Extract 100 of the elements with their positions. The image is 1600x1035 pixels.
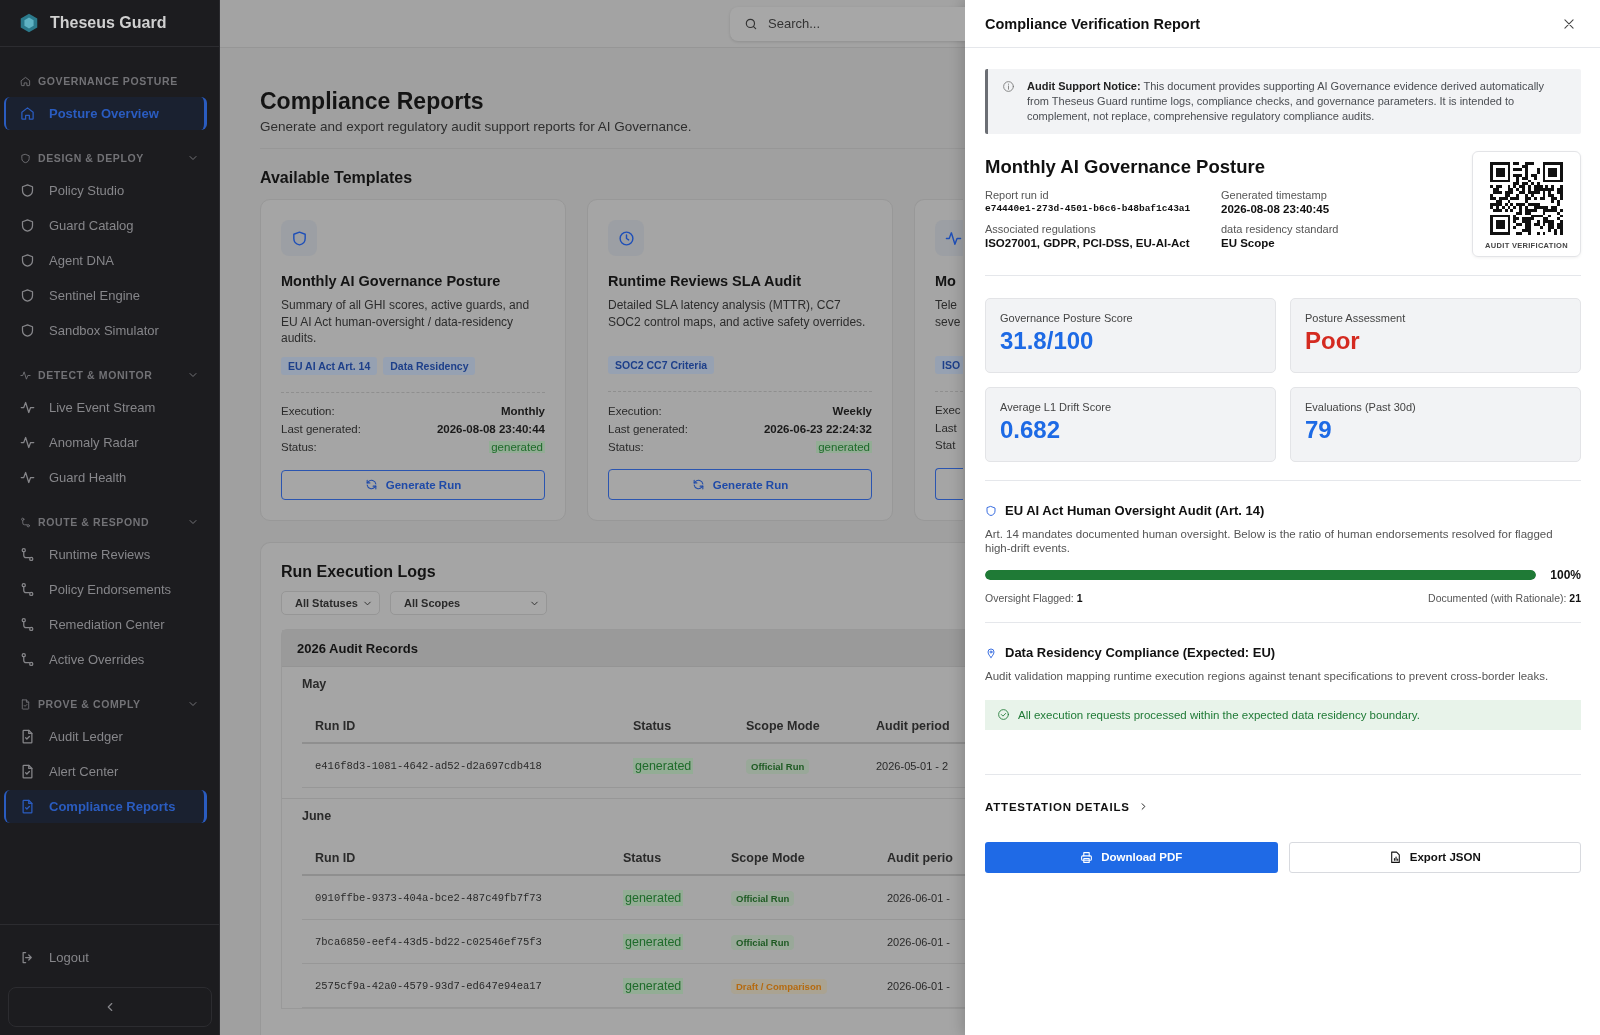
nav-item[interactable]: Sandbox Simulator	[4, 314, 207, 347]
column-header: Status	[633, 718, 673, 733]
route-icon	[20, 547, 35, 562]
route-icon	[20, 652, 35, 667]
row-label: Stat	[935, 439, 956, 452]
nav-item[interactable]: Anomaly Radar	[4, 426, 207, 459]
banner-text: All execution requests processed within the expected data residency boundary.	[1018, 708, 1420, 721]
stat-label: Evaluations (Past 30d)	[1305, 401, 1417, 413]
stat-label: Governance Posture Score	[1000, 312, 1134, 324]
nav-item[interactable]: Policy Endorsements	[4, 573, 207, 606]
row-value: 2026-06-23 22:24:32	[763, 422, 872, 435]
shield-icon	[290, 229, 308, 247]
row-label: Last generated:	[608, 422, 688, 435]
document-icon	[20, 729, 35, 744]
month-title: May	[302, 677, 328, 691]
drawer-title: Compliance Verification Report	[985, 15, 1201, 32]
stat-value: 0.682	[1000, 416, 1062, 444]
card-title: Runtime Reviews SLA Audit	[608, 273, 803, 289]
meta-value: 2026-08-08 23:40:45	[1221, 203, 1331, 215]
shield-icon	[985, 504, 997, 517]
location-pin-icon	[985, 646, 997, 659]
nav-item[interactable]: Alert Center	[4, 755, 207, 788]
nav-item[interactable]: Guard Health	[4, 461, 207, 494]
meta-label: Report run id	[985, 189, 1050, 201]
card-description: Tele seve	[935, 297, 962, 331]
generate-run-button[interactable]: Generate Run	[281, 469, 545, 500]
export-button[interactable]: Export JSON	[1288, 841, 1581, 873]
group-header[interactable]: 2026 Audit Records	[282, 630, 965, 667]
route-icon	[20, 617, 35, 632]
page-subtitle: Generate and export regulatory audit support reports for AI Governance.	[260, 119, 693, 134]
meta-value: ISO27001, GDPR, PCI-DSS, EU-AI-Act	[985, 237, 1191, 249]
filter-select[interactable]: All Scopes	[390, 591, 547, 615]
audit-title: EU AI Act Human Oversight Audit (Art. 14)	[1005, 503, 1265, 518]
pulse-icon	[20, 435, 35, 450]
documented-count: Documented (with Rationale): 21	[1428, 592, 1581, 604]
residency-description: Audit validation mapping runtime execution regions against tenant specifications to prevent cross-border leaks.	[985, 670, 1550, 684]
close-icon[interactable]	[1562, 16, 1576, 31]
status-badge: generated	[489, 440, 545, 453]
audit-period: 2026-06-01 -	[887, 979, 951, 992]
nav-item[interactable]: Compliance Reports	[4, 790, 207, 823]
nav-item[interactable]: Remediation Center	[4, 608, 207, 641]
meta-value: e74440e1-273d-4501-b6c6-b48baf1c43a1	[985, 203, 1192, 214]
page-title: Compliance Reports	[260, 88, 485, 115]
row-label: Status:	[608, 440, 644, 453]
report-title: Monthly AI Governance Posture	[985, 156, 1266, 178]
run-id: e416f8d3-1081-4642-ad52-d2a697cdb418	[315, 759, 543, 772]
meta-label: data residency standard	[1221, 223, 1340, 235]
search-field[interactable]: Search...	[730, 6, 965, 41]
download-button[interactable]: Download PDF	[985, 841, 1278, 873]
tag: SOC2 CC7 Criteria	[608, 356, 715, 375]
nav-item[interactable]: Guard Catalog	[4, 209, 207, 242]
card-title: Mo	[935, 273, 957, 289]
residency-title: Data Residency Compliance (Expected: EU)	[1005, 645, 1276, 660]
check-circle-icon	[997, 708, 1010, 721]
shield-icon	[20, 152, 31, 164]
stat-label: Posture Assessment	[1305, 312, 1407, 324]
pulse-icon	[20, 369, 31, 381]
scope-badge: Draft / Comparison	[731, 978, 827, 994]
nav-item[interactable]: Active Overrides	[4, 643, 207, 676]
home-icon	[20, 75, 31, 87]
nav-item[interactable]: Posture Overview	[4, 97, 207, 130]
meta-label: Generated timestamp	[1221, 189, 1328, 201]
route-icon	[20, 582, 35, 597]
row-label: Status:	[281, 440, 317, 453]
generate-run-button[interactable]: Generate Run	[608, 469, 872, 500]
pulse-icon	[944, 229, 962, 247]
row-label: Exec	[935, 404, 961, 417]
button-edge[interactable]	[935, 467, 963, 500]
row-value: Weekly	[832, 405, 872, 418]
progress-reading: 100%	[1550, 568, 1581, 582]
nav-item[interactable]: Agent DNA	[4, 244, 207, 277]
tag: ISO	[935, 355, 963, 374]
scope-badge: Official Run	[731, 934, 795, 950]
collapse-button[interactable]	[8, 987, 212, 1027]
section-title: GOVERNANCE POSTURE	[38, 75, 179, 87]
logout-link[interactable]: Logout	[0, 937, 219, 977]
section-title: ROUTE & RESPOND	[38, 516, 151, 528]
refresh-icon	[364, 478, 378, 492]
card-title: Monthly AI Governance Posture	[281, 273, 502, 289]
meta-value: EU Scope	[1221, 237, 1276, 249]
nav-item[interactable]: Audit Ledger	[4, 720, 207, 753]
row-value: Monthly	[500, 405, 545, 418]
document-icon	[20, 799, 35, 814]
nav-item[interactable]: Live Event Stream	[4, 391, 207, 424]
shield-icon	[20, 183, 35, 198]
flagged-count: Oversight Flagged: 1	[985, 592, 1083, 604]
column-header: Audit period	[876, 718, 951, 733]
nav-item[interactable]: Policy Studio	[4, 174, 207, 207]
nav-item[interactable]: Runtime Reviews	[4, 538, 207, 571]
filter-select[interactable]: All Statuses	[281, 591, 380, 615]
card-description: Detailed SLA latency analysis (MTTR), CC7 SOC2 control maps, and active safety overrides.	[608, 297, 867, 331]
section-heading: Available Templates	[260, 169, 414, 187]
stat-label: Average L1 Drift Score	[1000, 401, 1113, 413]
card-description: Summary of all GHI scores, active guards, and EU AI Act human-oversight / data-residency audits.	[281, 297, 531, 347]
document-chart-icon	[1388, 850, 1402, 864]
attestation-toggle[interactable]: ATTESTATION DETAILS	[985, 800, 1149, 813]
row-label: Execution:	[608, 405, 662, 418]
nav-item[interactable]: Sentinel Engine	[4, 279, 207, 312]
meta-label: Associated regulations	[985, 223, 1097, 235]
info-icon	[1002, 80, 1015, 93]
